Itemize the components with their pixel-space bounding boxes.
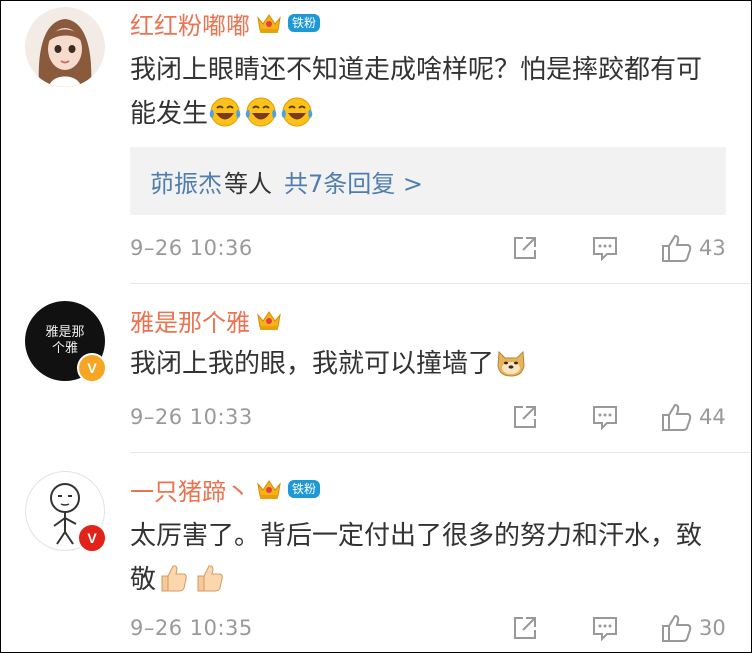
comment-icon bbox=[593, 617, 617, 642]
crown-member-icon bbox=[257, 480, 281, 499]
comment-text: 我闭上我的眼，我就可以撞墙了 bbox=[130, 342, 720, 386]
avatar[interactable]: 雅是那个雅 V bbox=[25, 301, 107, 383]
fan-badge: 铁粉 bbox=[288, 480, 321, 498]
comment-button[interactable] bbox=[591, 614, 619, 642]
timestamp: 9–26 10:36 bbox=[130, 236, 253, 260]
laughing-tears-emoji bbox=[245, 97, 277, 127]
comment-header: 一只猪蹄丶 铁粉 bbox=[130, 472, 321, 507]
thumbs-up-icon bbox=[662, 614, 692, 642]
share-icon bbox=[514, 617, 536, 639]
username[interactable]: 红红粉嘟嘟 bbox=[130, 6, 250, 41]
share-icon bbox=[514, 406, 536, 428]
comment-meta: 9–26 10:35 30 bbox=[130, 610, 731, 646]
username[interactable]: 一只猪蹄丶 bbox=[130, 472, 250, 507]
crown-member-icon bbox=[257, 311, 281, 330]
like-button[interactable]: 30 bbox=[661, 613, 731, 643]
comment-header: 雅是那个雅 bbox=[130, 303, 282, 337]
laughing-tears-emoji bbox=[209, 97, 241, 127]
like-count: 43 bbox=[699, 236, 726, 260]
username[interactable]: 雅是那个雅 bbox=[130, 303, 250, 338]
comment-icon bbox=[593, 406, 617, 431]
thumbs-up-emoji bbox=[161, 565, 187, 592]
share-icon bbox=[514, 237, 536, 259]
like-count: 44 bbox=[699, 405, 726, 429]
laughing-tears-emoji bbox=[281, 97, 313, 127]
comment-text: 我闭上眼睛还不知道走成啥样呢？怕是摔跤都有可能发生 bbox=[130, 48, 720, 136]
share-button[interactable] bbox=[511, 614, 539, 642]
share-button[interactable] bbox=[511, 403, 539, 431]
avatar[interactable]: V bbox=[25, 471, 107, 553]
timestamp: 9–26 10:33 bbox=[130, 405, 253, 429]
doge-emoji bbox=[497, 350, 525, 377]
thumbs-up-icon bbox=[662, 234, 692, 262]
timestamp: 9–26 10:35 bbox=[130, 616, 253, 640]
share-button[interactable] bbox=[511, 234, 539, 262]
comment-meta: 9–26 10:33 44 bbox=[130, 399, 731, 435]
fan-badge: 铁粉 bbox=[288, 14, 321, 32]
thumbs-up-emoji bbox=[197, 565, 223, 592]
thumbs-up-icon bbox=[662, 403, 692, 431]
like-count: 30 bbox=[699, 616, 726, 640]
like-button[interactable]: 44 bbox=[661, 402, 731, 432]
avatar-text: 雅是那个雅 bbox=[45, 325, 85, 356]
reply-suffix: 等人 bbox=[224, 169, 272, 198]
comment-button[interactable] bbox=[591, 403, 619, 431]
crown-member-icon bbox=[257, 14, 281, 33]
comment-text-body: 我闭上我的眼，我就可以撞墙了 bbox=[130, 349, 495, 379]
divider bbox=[130, 452, 751, 453]
reply-author[interactable]: 茆振杰 bbox=[150, 164, 222, 199]
comment-header: 红红粉嘟嘟 铁粉 bbox=[130, 6, 321, 41]
comment-button[interactable] bbox=[591, 234, 619, 262]
like-button[interactable]: 43 bbox=[661, 233, 731, 263]
divider bbox=[130, 283, 751, 284]
reply-count[interactable]: 共7条回复 > bbox=[284, 164, 423, 199]
avatar[interactable] bbox=[25, 7, 105, 87]
verified-badge: V bbox=[77, 353, 107, 383]
comment-icon bbox=[593, 237, 617, 262]
replies-link[interactable]: 茆振杰 等人 共7条回复 > bbox=[130, 147, 726, 215]
comment-list: 红红粉嘟嘟 铁粉 我闭上眼睛还不知道走成啥样呢？怕是摔跤都有可能发生 茆振杰 等… bbox=[0, 0, 752, 653]
comment-meta: 9–26 10:36 43 bbox=[130, 230, 731, 266]
comment-text: 太厉害了。背后一定付出了很多的努力和汗水，致敬 bbox=[130, 514, 720, 602]
verified-badge: V bbox=[77, 523, 107, 553]
